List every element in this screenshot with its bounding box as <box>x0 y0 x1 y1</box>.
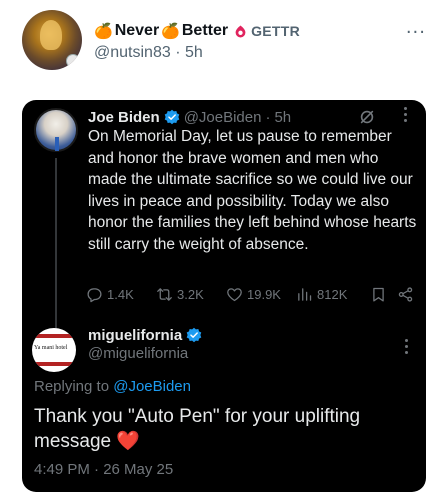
orange-emoji: 🍊 <box>94 22 113 40</box>
share-button[interactable] <box>397 286 414 303</box>
reply-timestamp[interactable]: 4:49 PM · 26 May 25 <box>34 461 173 478</box>
like-count: 19.9K <box>247 286 281 302</box>
seal-icon <box>66 54 80 68</box>
reply-header: miguelifornia <box>88 325 202 345</box>
gettr-logo-icon <box>235 25 246 37</box>
reply-body: Thank you "Auto Pen" for your uplifting … <box>34 404 414 454</box>
reply-text: Thank you "Auto Pen" for your uplifting … <box>34 406 361 452</box>
tweet-body: On Memorial Day, let us pause to remembe… <box>88 128 417 253</box>
reply-author-handle[interactable]: @miguelifornia <box>88 345 188 362</box>
more-options-icon[interactable]: ··· <box>406 22 426 43</box>
repost-icon <box>157 287 172 301</box>
display-name[interactable]: 🍊 Never 🍊 Better GETTR <box>94 20 300 42</box>
reply-icon <box>87 287 102 302</box>
heart-icon <box>227 287 242 301</box>
replying-to-mention[interactable]: @JoeBiden <box>113 378 191 395</box>
outer-post-header: 🍊 Never 🍊 Better GETTR @nutsin83 · 5h ··… <box>22 10 432 72</box>
name-part-2: Better <box>181 22 229 39</box>
name-part-1: Never <box>114 22 160 39</box>
share-icon <box>398 286 413 302</box>
reply-button[interactable]: 1.4K <box>86 286 150 303</box>
bookmark-button[interactable] <box>370 286 387 303</box>
orange-emoji: 🍊 <box>161 22 180 40</box>
separator: · <box>175 44 181 61</box>
repost-count: 3.2K <box>177 286 204 302</box>
views-button[interactable]: 812K <box>296 286 360 303</box>
author-name[interactable]: Joe Biden <box>88 109 160 126</box>
verified-badge-icon <box>186 327 202 343</box>
avatar-text: Ya mani hotel <box>34 345 68 351</box>
more-options-icon[interactable] <box>404 104 408 125</box>
tweet-screenshot-card: Joe Biden @JoeBiden · 5h On Memorial Day… <box>22 100 426 492</box>
avatar[interactable]: Ya mani hotel <box>32 328 76 372</box>
avatar[interactable] <box>22 10 82 70</box>
avatar-image <box>40 20 62 50</box>
view-count: 812K <box>317 286 348 302</box>
handle-row: @nutsin83 · 5h <box>94 44 203 62</box>
tweet-actions: 1.4K 3.2K 19.9K 812K <box>86 283 422 305</box>
more-options-icon[interactable] <box>405 336 408 357</box>
post-time[interactable]: 5h <box>185 44 203 61</box>
avatar-stripe <box>32 362 76 366</box>
repost-button[interactable]: 3.2K <box>156 286 222 303</box>
replying-prefix: Replying to <box>34 378 110 395</box>
tweet-time[interactable]: 5h <box>274 109 291 126</box>
heart-emoji-icon: ❤️ <box>116 431 141 452</box>
avatar-image <box>55 137 59 151</box>
handle[interactable]: @nutsin83 <box>94 44 171 61</box>
reply-author-name[interactable]: miguelifornia <box>88 327 182 344</box>
tweet-header: Joe Biden @JoeBiden · 5h <box>88 107 291 127</box>
reply-count: 1.4K <box>107 286 134 302</box>
grok-icon[interactable] <box>358 108 376 126</box>
separator: · <box>265 108 271 126</box>
like-button[interactable]: 19.9K <box>226 286 296 303</box>
replying-to: Replying to @JoeBiden <box>34 378 191 395</box>
views-icon <box>298 287 312 301</box>
avatar-stripe <box>32 334 76 338</box>
bookmark-icon <box>373 287 384 302</box>
avatar[interactable] <box>34 108 78 152</box>
author-handle[interactable]: @JoeBiden <box>184 109 262 126</box>
platform-label: GETTR <box>251 23 301 39</box>
verified-badge-icon <box>164 109 179 125</box>
